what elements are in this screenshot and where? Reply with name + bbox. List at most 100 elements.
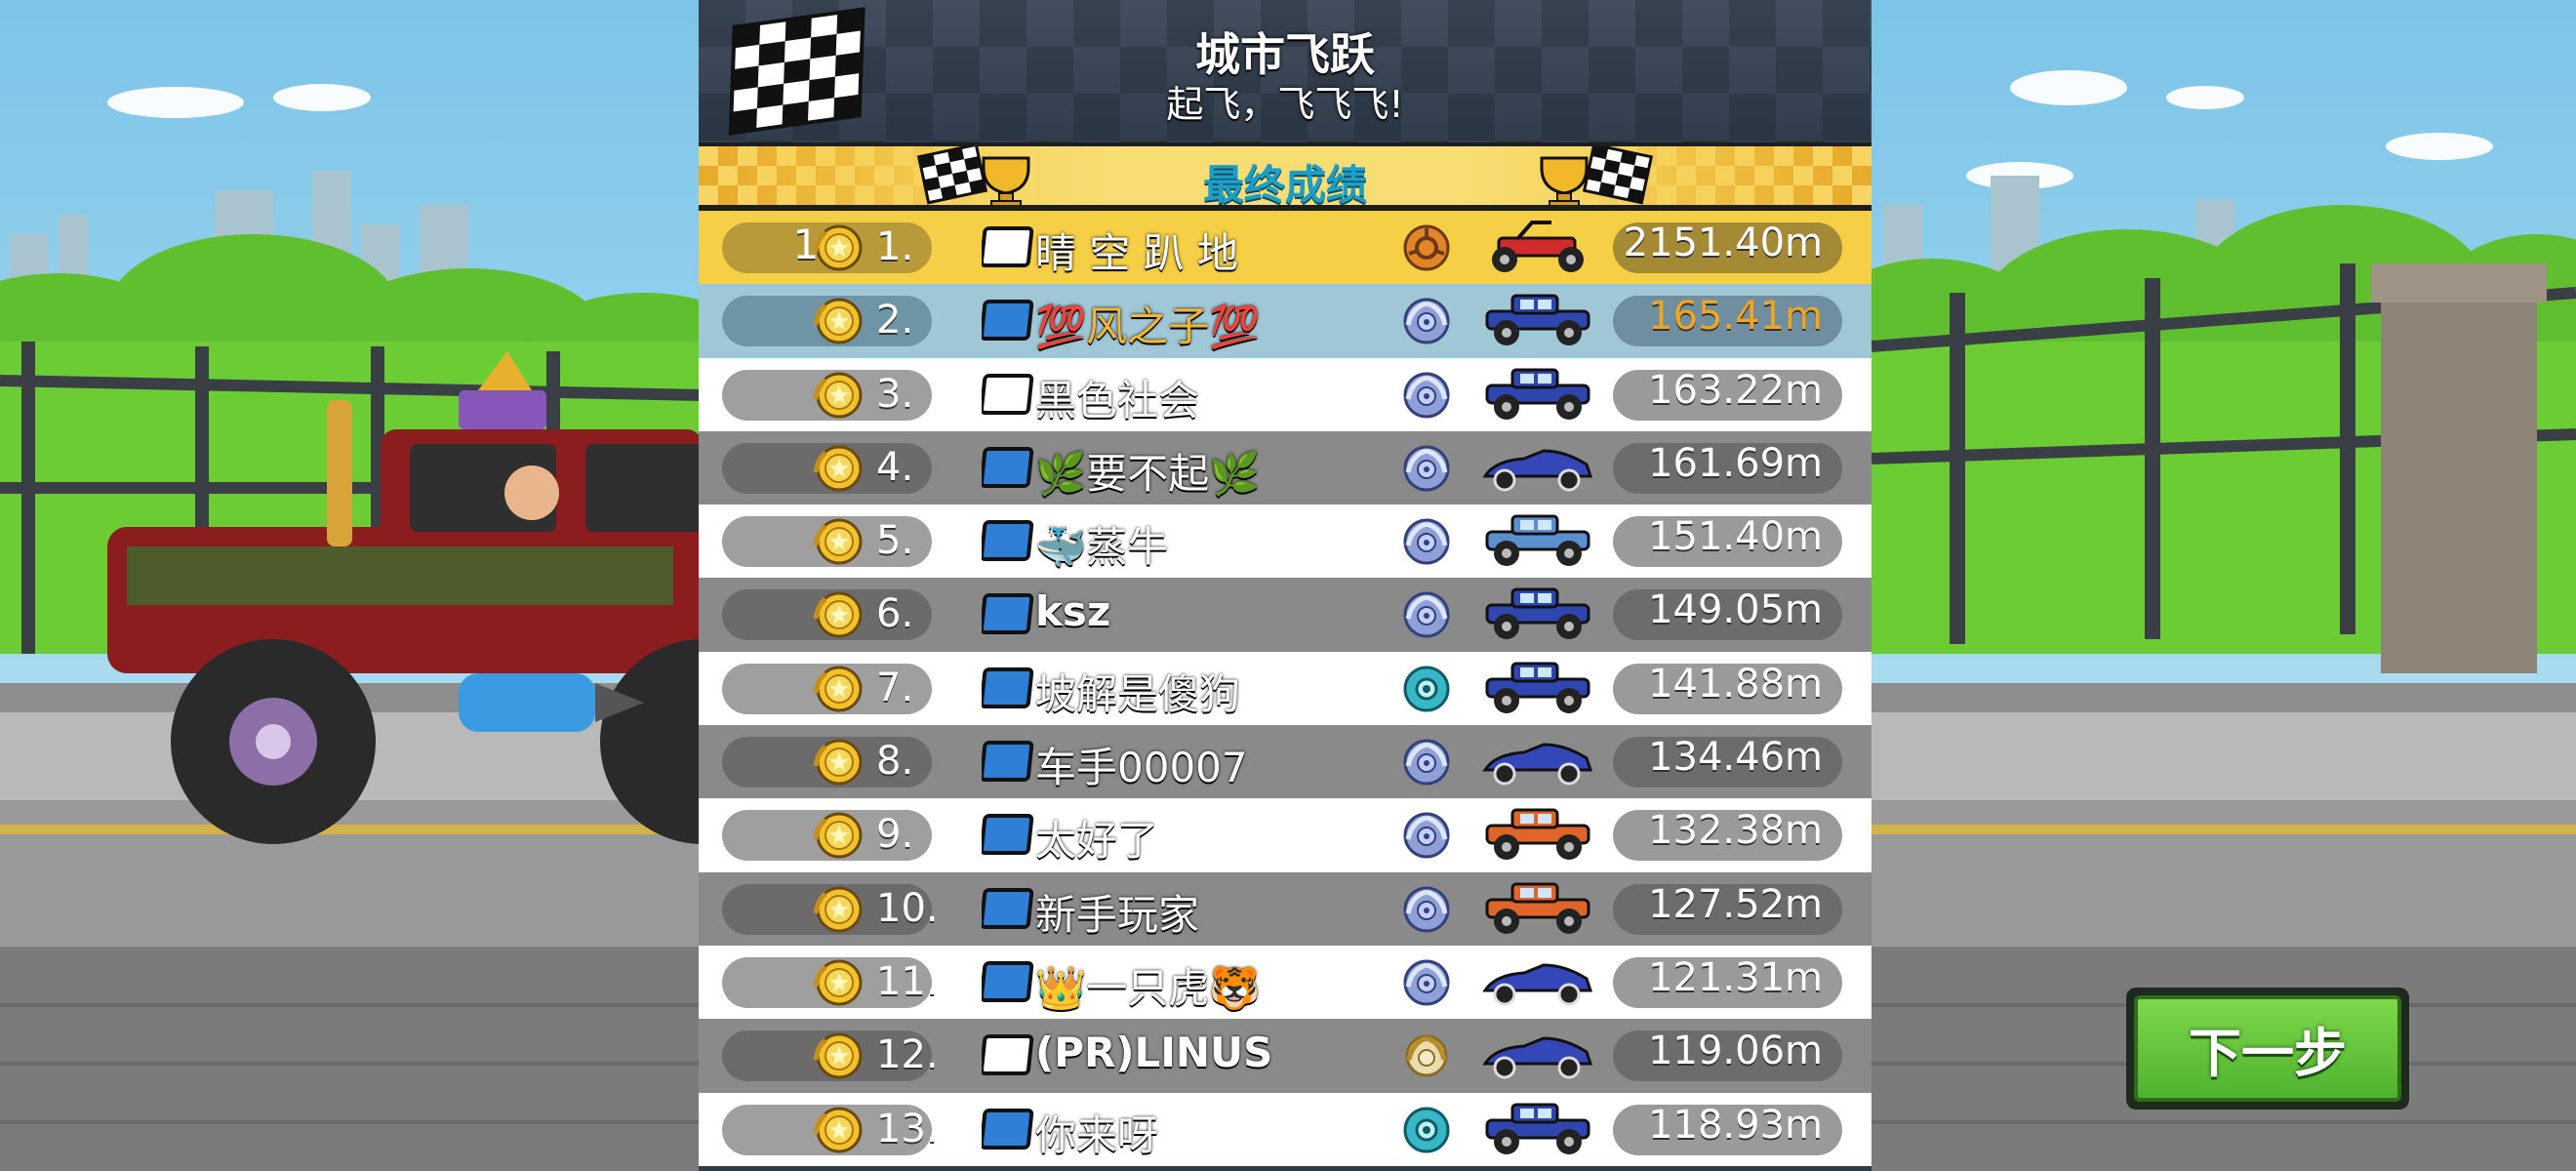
region-badge-icon [979, 445, 1036, 490]
rank-number: 6. [876, 591, 914, 637]
vehicle-icon [1479, 217, 1596, 277]
medal-icon [810, 370, 865, 421]
region-badge-icon [979, 959, 1036, 1004]
silver-wreath-icon [1399, 589, 1454, 640]
vehicle-icon [1479, 1025, 1596, 1085]
medal-icon [810, 810, 865, 861]
rank-number: 1. [876, 224, 914, 269]
silver-wreath-icon [1399, 296, 1454, 346]
region-badge-icon [979, 298, 1036, 343]
vehicle-icon [1479, 878, 1596, 939]
player-name: 🐳蒸牛 [1035, 523, 1169, 572]
distance-value: 141.88m [1648, 661, 1823, 707]
next-button-label: 下一步 [2189, 1023, 2347, 1084]
medal-icon [810, 222, 865, 273]
silver-wreath-icon [1399, 884, 1454, 935]
player-name: 💯风之子💯 [1035, 303, 1261, 351]
medal-icon [810, 957, 865, 1008]
rank-number: 5. [876, 518, 914, 564]
distance-value: 121.31m [1648, 954, 1823, 1000]
leaderboard-row: 96.ksz149.05m [699, 578, 1872, 652]
final-results-banner: 最终成绩 [699, 142, 1872, 211]
rank-number: 10. [876, 885, 939, 931]
player-name: 👑一只虎🐯 [1035, 963, 1261, 1012]
rank-number: 13. [876, 1106, 939, 1151]
region-badge-icon [979, 1032, 1036, 1077]
rank-number: 12. [876, 1032, 939, 1078]
distance-value: 151.40m [1648, 514, 1823, 560]
final-results-title: 最终成绩 [1202, 161, 1367, 209]
rank-number: 11. [876, 958, 939, 1004]
player-name: ksz [1035, 587, 1111, 636]
silver-wreath-icon [1399, 443, 1454, 494]
distance-value: 163.22m [1648, 367, 1823, 413]
silver-wreath-icon [1399, 370, 1454, 421]
rank-number: 2. [876, 298, 914, 343]
silver-wreath-icon [1399, 810, 1454, 861]
leaderboard-row: 99.太好了132.38m [699, 798, 1872, 872]
vehicle-icon [1479, 1099, 1596, 1159]
rank-number: 9. [876, 812, 914, 858]
leaderboard-row: 813.你来呀118.93m [699, 1092, 1872, 1166]
medal-icon [810, 1105, 865, 1155]
teal-gear-icon [1399, 664, 1454, 714]
medal-icon [810, 664, 865, 714]
race-header: 城市飞跃 起飞，飞飞飞! [699, 0, 1872, 142]
orange-wheel-icon [1399, 222, 1454, 273]
vehicle-icon [1479, 437, 1596, 498]
region-badge-icon [979, 518, 1036, 563]
region-badge-icon [979, 739, 1036, 784]
leaderboard-row: 911.👑一只虎🐯121.31m [699, 945, 1872, 1020]
vehicle-icon [1479, 658, 1596, 718]
rank-number: 3. [876, 371, 914, 417]
race-subtitle: 起飞，飞飞飞! [1166, 83, 1404, 126]
vehicle-icon [1479, 951, 1596, 1012]
distance-value: 149.05m [1648, 587, 1823, 633]
rank-number: 7. [876, 665, 914, 710]
distance-value: 119.06m [1648, 1029, 1823, 1074]
medal-icon [810, 737, 865, 787]
leaderboard-row: 98.车手00007134.46m [699, 725, 1872, 799]
silver-wreath-icon [1399, 516, 1454, 567]
player-name: 坡解是傻狗 [1035, 669, 1241, 718]
medal-icon [810, 516, 865, 567]
leaderboard-row: 101.晴 空 趴 地2151.40m [699, 211, 1872, 285]
region-badge-icon [979, 812, 1036, 857]
next-button[interactable]: 下一步 [2126, 988, 2409, 1110]
rank-number: 8. [876, 739, 914, 785]
next-button-face[interactable]: 下一步 [2134, 995, 2401, 1102]
region-badge-icon [979, 886, 1036, 931]
player-name: 晴 空 趴 地 [1035, 229, 1239, 277]
medal-icon [810, 589, 865, 640]
player-name: 新手玩家 [1035, 890, 1200, 939]
medal-icon [810, 443, 865, 494]
leaderboard-row: 910.新手玩家127.52m [699, 871, 1872, 946]
gold-wreath-icon [1399, 1030, 1454, 1081]
region-badge-icon [979, 1107, 1036, 1151]
player-name: (PR)LINUS [1035, 1029, 1273, 1077]
player-name: 黑色社会 [1035, 376, 1200, 424]
region-badge-icon [979, 666, 1036, 710]
leaderboard-row: 92.💯风之子💯165.41m [699, 284, 1872, 358]
player-name: 你来呀 [1035, 1110, 1159, 1159]
distance-value: 134.46m [1648, 735, 1823, 781]
leaderboard-row: 94.🌿要不起🌿161.69m [699, 430, 1872, 505]
player-name: 🌿要不起🌿 [1035, 449, 1261, 498]
results-panel: 城市飞跃 起飞，飞飞飞! 最终成绩 101.晴 空 趴 地2151.40m92.… [699, 0, 1872, 1171]
medal-icon [810, 1030, 865, 1081]
distance-value: 2151.40m [1623, 221, 1823, 265]
player-name: 太好了 [1035, 817, 1159, 866]
vehicle-icon [1479, 731, 1596, 791]
leaderboard: 101.晴 空 趴 地2151.40m92.💯风之子💯165.41m93.黑色社… [699, 211, 1872, 1166]
vehicle-icon [1479, 290, 1596, 350]
flag-trophy-icon [1540, 146, 1654, 205]
distance-value: 118.93m [1648, 1102, 1823, 1148]
silver-wreath-icon [1399, 737, 1454, 787]
vehicle-icon [1479, 510, 1596, 571]
medal-icon [810, 884, 865, 935]
leaderboard-row: 812.(PR)LINUS119.06m [699, 1019, 1872, 1093]
silver-wreath-icon [1399, 957, 1454, 1008]
leaderboard-row: 95.🐳蒸牛151.40m [699, 505, 1872, 579]
vehicle-icon [1479, 584, 1596, 644]
vehicle-icon [1479, 364, 1596, 424]
